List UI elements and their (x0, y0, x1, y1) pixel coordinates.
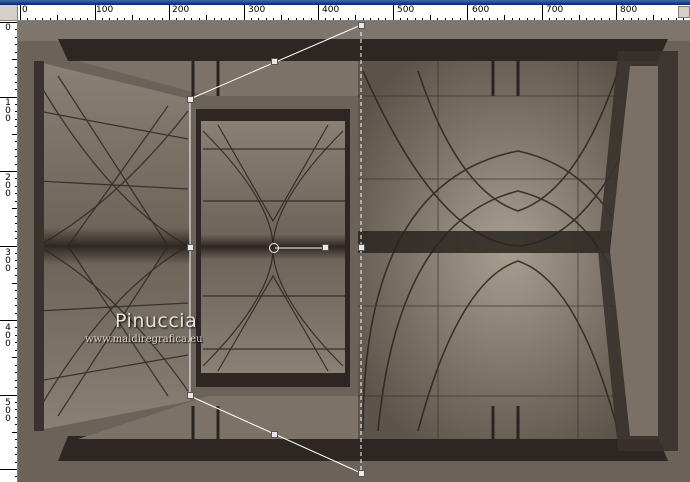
deform-handle-top-left[interactable] (187, 96, 194, 103)
hruler-label-800: 800 (620, 5, 638, 15)
center-panel-base (196, 373, 350, 387)
hruler-label-400: 400 (322, 5, 340, 15)
deform-handle-bottom-mid[interactable] (271, 431, 278, 438)
hruler-label-300: 300 (248, 5, 266, 15)
vruler-label-400: 400 (5, 323, 11, 349)
image-canvas[interactable]: Pinuccia www.maidiregrafica.eu (18, 21, 690, 482)
vruler-label-0: 0 (5, 23, 11, 33)
pivot-point-icon[interactable] (269, 243, 279, 253)
watermark-url: www.maidiregrafica.eu (85, 334, 203, 345)
rotation-handle[interactable] (322, 244, 329, 251)
outer-top-band (18, 21, 690, 41)
left-panel-edge (34, 61, 44, 431)
vruler-label-200: 200 (5, 173, 11, 199)
hruler-label-500: 500 (397, 5, 415, 15)
vruler-label-500: 500 (5, 398, 11, 424)
deform-handle-bottom-left[interactable] (187, 392, 194, 399)
deform-handle-top-right[interactable] (358, 22, 365, 29)
hruler-label-700: 700 (546, 5, 564, 15)
deform-handle-top-mid[interactable] (271, 58, 278, 65)
deform-handle-left-mid[interactable] (187, 244, 194, 251)
hruler-label-600: 600 (472, 5, 490, 15)
deform-handle-bottom-right[interactable] (358, 470, 365, 477)
left-panel (34, 61, 190, 431)
hruler-label-200: 200 (172, 5, 190, 15)
frame-top-bar (58, 39, 668, 61)
vruler-label-300: 300 (5, 248, 11, 274)
hruler-label-100: 100 (96, 5, 114, 15)
hruler-label-0: 0 (22, 5, 28, 15)
deform-handle-right-mid[interactable] (358, 244, 365, 251)
vertical-ruler: 0 100 200 300 400 500 (0, 21, 18, 482)
ruler-corner (0, 5, 18, 21)
frame-bottom-bar (58, 436, 668, 461)
vruler-label-100: 100 (5, 98, 11, 124)
artwork (18, 21, 690, 482)
watermark-name: Pinuccia (115, 310, 198, 332)
horizontal-ruler: 0 100 200 300 400 500 600 700 800 (0, 5, 690, 21)
ruler-scroll-button[interactable] (678, 6, 690, 18)
